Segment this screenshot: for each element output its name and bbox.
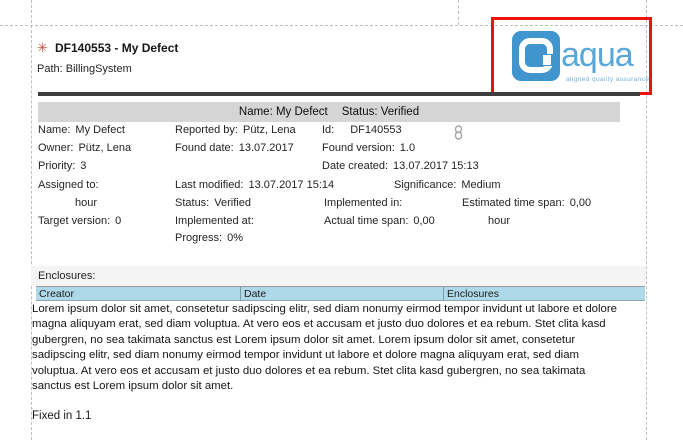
field-priority: Priority:3 xyxy=(38,160,86,172)
header-rule xyxy=(38,92,640,96)
enclosures-col-date: Date xyxy=(240,287,443,300)
field-implemented-at: Implemented at: xyxy=(175,215,254,227)
field-significance: Significance:Medium xyxy=(394,179,501,191)
defect-title: DF140553 - My Defect xyxy=(55,41,178,55)
field-name: Name:My Defect xyxy=(38,124,125,136)
name-status-bar: Name: My Defect Status: Verified xyxy=(38,102,620,122)
field-assigned-to: Assigned to: xyxy=(38,179,99,191)
field-status: Status:Verified xyxy=(175,197,251,209)
field-date-created: Date created:13.07.2017 15:13 xyxy=(322,160,479,172)
field-last-modified: Last modified:13.07.2017 15:14 xyxy=(175,179,334,191)
report-page: ✳ DF140553 - My Defect Path: BillingSyst… xyxy=(0,0,683,440)
field-progress: Progress:0% xyxy=(175,232,243,244)
field-found-date: Found date:13.07.2017 xyxy=(175,142,294,154)
field-implemented-in: Implemented in: xyxy=(324,197,402,209)
enclosures-col-enclosures: Enclosures xyxy=(443,287,645,300)
bar-name: Name: My Defect xyxy=(239,106,328,118)
enclosures-col-creator: Creator xyxy=(36,287,240,300)
defect-path: Path: BillingSystem xyxy=(37,63,132,75)
description-text: Lorem ipsum dolor sit amet, consetetur s… xyxy=(32,302,624,394)
field-target-version: Target version:0 xyxy=(38,215,121,227)
fixed-in-note: Fixed in 1.1 xyxy=(32,410,91,422)
field-id: Id:DF140553 xyxy=(322,124,402,136)
bar-status: Status: Verified xyxy=(342,106,419,118)
field-hour-right: hour xyxy=(488,215,510,227)
enclosures-section-label: Enclosures: xyxy=(38,270,95,282)
defect-bug-icon: ✳ xyxy=(37,40,48,56)
field-reported-by: Reported by:Pütz, Lena xyxy=(175,124,296,136)
field-owner: Owner:Pütz, Lena xyxy=(38,142,131,154)
header-column-guide xyxy=(458,0,459,25)
field-actual-time-span: Actual time span:0,00 xyxy=(324,215,435,227)
enclosures-band xyxy=(31,266,646,286)
red-highlight-rectangle xyxy=(491,17,652,95)
field-hour-left: hour xyxy=(75,197,97,209)
field-estimated-time-span: Estimated time span:0,00 xyxy=(462,197,591,209)
field-found-version: Found version:1.0 xyxy=(322,142,415,154)
attachment-icon xyxy=(454,125,463,145)
enclosures-table-header: Creator Date Enclosures xyxy=(36,286,645,301)
